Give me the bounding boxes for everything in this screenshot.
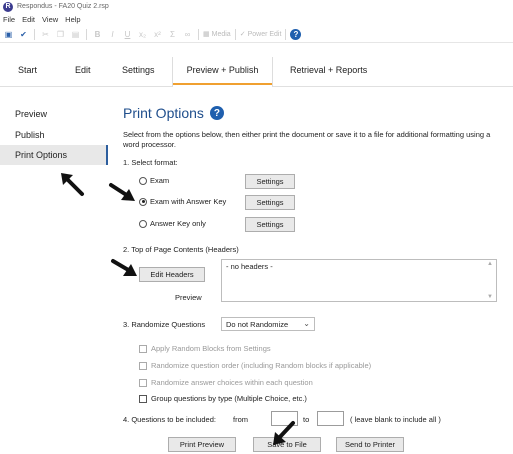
toolbar-divider bbox=[86, 28, 87, 40]
radio-answer-key-only-label: Answer Key only bbox=[150, 219, 206, 228]
check-label: Randomize question order (including Rand… bbox=[151, 361, 372, 370]
page-title: Print Options ? bbox=[123, 105, 224, 121]
to-input[interactable] bbox=[317, 411, 344, 426]
help-icon[interactable]: ? bbox=[209, 106, 224, 120]
main-tabs: Start Edit Settings Preview + Publish Re… bbox=[0, 53, 513, 87]
tab-start[interactable]: Start bbox=[18, 65, 37, 75]
tab-settings[interactable]: Settings bbox=[122, 65, 155, 75]
check-randomize-answer-choices[interactable]: Randomize answer choices within each que… bbox=[139, 378, 313, 387]
copy-icon[interactable]: ❐ bbox=[54, 28, 67, 41]
power-edit-icon: ✓ bbox=[239, 31, 246, 38]
toolbar: ▣ ✔ ✂ ❐ ▤ B I U x₂ x² Σ ∞ ▦ Media ✓ Power … bbox=[0, 26, 513, 43]
menu-bar: File Edit View Help bbox=[0, 13, 513, 25]
randomize-dropdown-value: Do not Randomize bbox=[226, 319, 289, 329]
menu-edit[interactable]: Edit bbox=[22, 15, 35, 24]
underline-icon[interactable]: U bbox=[121, 28, 134, 41]
from-label: from bbox=[233, 415, 248, 424]
exam-answer-key-settings-button[interactable]: Settings bbox=[245, 195, 295, 210]
headers-preview-text: - no headers - bbox=[226, 262, 273, 271]
annotation-arrow bbox=[111, 259, 137, 276]
media-icon: ▦ bbox=[203, 31, 210, 38]
link-icon[interactable]: ∞ bbox=[181, 28, 194, 41]
checkbox[interactable] bbox=[139, 344, 147, 353]
italic-icon[interactable]: I bbox=[106, 28, 119, 41]
check-group-by-type[interactable]: Group questions by type (Multiple Choice… bbox=[139, 394, 307, 403]
check-label: Apply Random Blocks from Settings bbox=[151, 344, 271, 353]
superscript-icon[interactable]: x² bbox=[151, 28, 164, 41]
scroll-down-icon[interactable]: ▼ bbox=[487, 294, 493, 300]
section-questions-included-label: 4. Questions to be included: bbox=[123, 415, 216, 424]
annotation-arrow bbox=[61, 173, 84, 196]
bold-icon[interactable]: B bbox=[91, 28, 104, 41]
send-to-printer-button[interactable]: Send to Printer bbox=[336, 437, 404, 452]
answer-key-settings-button[interactable]: Settings bbox=[245, 217, 295, 232]
section-headers-label: 2. Top of Page Contents (Headers) bbox=[123, 245, 239, 254]
active-tab-indicator bbox=[173, 83, 272, 85]
help-icon[interactable]: ? bbox=[290, 28, 302, 40]
power-edit-label: Power Edit bbox=[247, 30, 282, 38]
section-select-format-label: 1. Select format: bbox=[123, 158, 178, 167]
leave-blank-hint: ( leave blank to include all ) bbox=[350, 415, 441, 424]
checkbox[interactable] bbox=[139, 378, 147, 387]
subscript-icon[interactable]: x₂ bbox=[136, 28, 149, 41]
radio-button-selected[interactable] bbox=[139, 197, 147, 206]
page-title-text: Print Options bbox=[123, 105, 204, 121]
toolbar-divider bbox=[285, 28, 287, 40]
checkbox[interactable] bbox=[139, 361, 147, 370]
radio-exam-label: Exam bbox=[150, 176, 170, 185]
tab-preview-publish-label: Preview + Publish bbox=[186, 65, 259, 75]
symbol-icon[interactable]: Σ bbox=[166, 28, 179, 41]
radio-exam-with-answer-key[interactable]: Exam with Answer Key bbox=[139, 197, 226, 206]
sidebar-item-label: Print Options bbox=[15, 150, 68, 160]
print-preview-button[interactable]: Print Preview bbox=[168, 437, 236, 452]
check-icon[interactable]: ✔ bbox=[17, 28, 30, 41]
toolbar-divider bbox=[198, 28, 199, 40]
title-bar: R Respondus - FA20 Quiz 2.rsp bbox=[0, 0, 513, 13]
media-button[interactable]: ▦ Media bbox=[203, 30, 231, 39]
radio-answer-key-only[interactable]: Answer Key only bbox=[139, 219, 206, 228]
tab-retrieval-reports[interactable]: Retrieval + Reports bbox=[290, 65, 367, 75]
tab-edit[interactable]: Edit bbox=[75, 65, 91, 75]
respondus-app-icon: R bbox=[3, 1, 13, 12]
randomize-dropdown[interactable]: Do not Randomize ⌄ bbox=[221, 317, 315, 331]
radio-button[interactable] bbox=[139, 219, 147, 228]
radio-button[interactable] bbox=[139, 176, 147, 185]
paste-icon[interactable]: ▤ bbox=[69, 28, 82, 41]
check-apply-random-blocks[interactable]: Apply Random Blocks from Settings bbox=[139, 344, 271, 353]
section-randomize-label: 3. Randomize Questions bbox=[123, 320, 206, 329]
menu-file[interactable]: File bbox=[3, 15, 15, 24]
window-title: Respondus - FA20 Quiz 2.rsp bbox=[17, 3, 109, 10]
menu-help[interactable]: Help bbox=[65, 15, 80, 24]
save-icon[interactable]: ▣ bbox=[2, 28, 15, 41]
media-label: Media bbox=[211, 30, 231, 38]
sidebar-item-preview[interactable]: Preview bbox=[15, 109, 47, 119]
radio-exam[interactable]: Exam bbox=[139, 176, 169, 185]
radio-exam-with-answer-key-label: Exam with Answer Key bbox=[150, 197, 227, 206]
checkbox[interactable] bbox=[139, 394, 147, 403]
preview-label: Preview bbox=[175, 293, 202, 302]
to-label: to bbox=[303, 415, 310, 424]
annotation-arrow bbox=[273, 421, 295, 445]
headers-preview-box[interactable]: - no headers - ▲ ▼ bbox=[221, 259, 497, 302]
check-label: Randomize answer choices within each que… bbox=[151, 378, 313, 387]
check-randomize-question-order[interactable]: Randomize question order (including Rand… bbox=[139, 361, 371, 370]
toolbar-divider bbox=[234, 28, 236, 40]
sidebar: Preview Publish Print Options bbox=[0, 88, 108, 454]
menu-view[interactable]: View bbox=[42, 15, 58, 24]
cut-icon[interactable]: ✂ bbox=[39, 28, 52, 41]
tab-preview-publish[interactable]: Preview + Publish bbox=[172, 57, 273, 87]
sidebar-item-print-options[interactable]: Print Options bbox=[0, 145, 108, 165]
edit-headers-button[interactable]: Edit Headers bbox=[139, 267, 205, 282]
check-label: Group questions by type (Multiple Choice… bbox=[151, 394, 307, 403]
toolbar-divider bbox=[34, 28, 35, 40]
sidebar-item-publish[interactable]: Publish bbox=[15, 130, 45, 140]
scroll-up-icon[interactable]: ▲ bbox=[487, 261, 493, 267]
intro-text: Select from the options below, then eith… bbox=[123, 130, 491, 149]
chevron-down-icon: ⌄ bbox=[303, 319, 310, 328]
annotation-arrow bbox=[109, 183, 135, 201]
power-edit-button[interactable]: ✓ Power Edit bbox=[239, 30, 282, 39]
exam-settings-button[interactable]: Settings bbox=[245, 174, 295, 189]
